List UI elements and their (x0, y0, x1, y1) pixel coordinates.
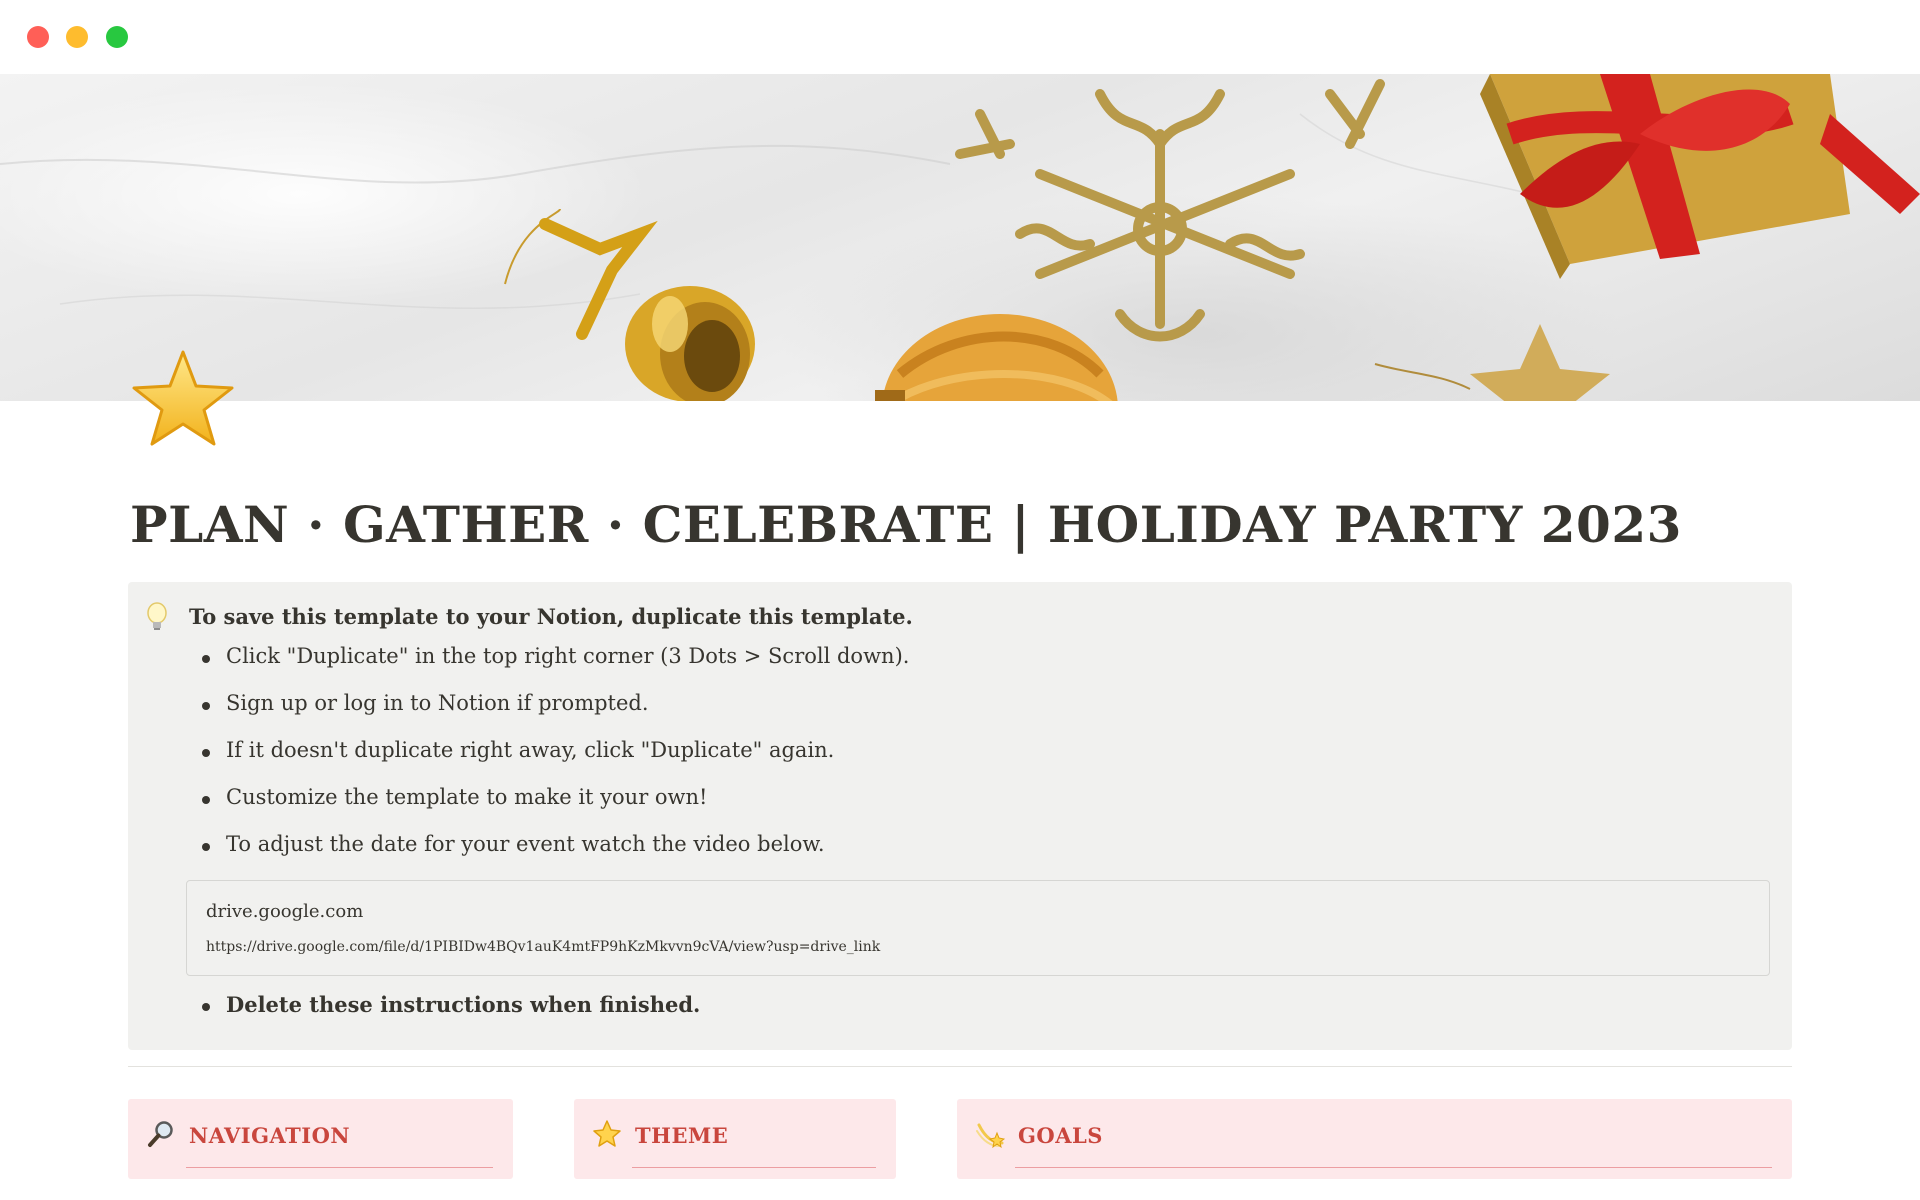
glitter-snowflake (955, 79, 1385, 342)
close-window-button[interactable] (27, 26, 49, 48)
section-underline (632, 1167, 876, 1168)
page-star-icon[interactable] (130, 348, 236, 448)
page-title[interactable]: PLAN · GATHER · CELEBRATE | HOLIDAY PART… (130, 495, 1682, 554)
bell-ornament (504, 208, 755, 401)
goals-section[interactable]: GOALS (957, 1099, 1792, 1179)
final-instruction: Delete these instructions when finished. (188, 992, 700, 1017)
list-item: Sign up or log in to Notion if prompted. (188, 691, 909, 738)
page-cover-image[interactable] (0, 74, 1920, 401)
window-titlebar (0, 0, 1920, 74)
callout-heading: To save this template to your Notion, du… (189, 604, 913, 629)
video-bookmark-link[interactable]: drive.google.com https://drive.google.co… (186, 880, 1770, 976)
maximize-window-button[interactable] (106, 26, 128, 48)
section-underline (1015, 1167, 1772, 1168)
list-item: Customize the template to make it your o… (188, 785, 909, 832)
glitter-star (1374, 324, 1610, 401)
gift-box-with-red-ribbon (1480, 74, 1920, 279)
section-label: GOALS (1018, 1123, 1103, 1148)
bookmark-url: https://drive.google.com/file/d/1PIBIDw4… (206, 939, 881, 955)
list-item: Click "Duplicate" in the top right corne… (188, 644, 909, 691)
gold-ball-ornament (875, 314, 1118, 401)
section-label: THEME (635, 1123, 729, 1148)
star-icon (592, 1119, 622, 1149)
magnifying-glass-icon (146, 1119, 176, 1149)
lightbulb-icon (146, 602, 168, 632)
shooting-star-icon (975, 1119, 1006, 1149)
minimize-window-button[interactable] (66, 26, 88, 48)
section-divider (128, 1066, 1792, 1067)
instructions-list: Click "Duplicate" in the top right corne… (188, 644, 909, 879)
navigation-section[interactable]: NAVIGATION (128, 1099, 513, 1179)
instructions-callout: To save this template to your Notion, du… (128, 582, 1792, 1050)
section-label: NAVIGATION (189, 1123, 351, 1148)
list-item: Delete these instructions when finished. (188, 992, 700, 1017)
section-underline (186, 1167, 493, 1168)
list-item: To adjust the date for your event watch … (188, 832, 909, 879)
theme-section[interactable]: THEME (574, 1099, 896, 1179)
bookmark-domain: drive.google.com (206, 901, 364, 922)
list-item: If it doesn't duplicate right away, clic… (188, 738, 909, 785)
